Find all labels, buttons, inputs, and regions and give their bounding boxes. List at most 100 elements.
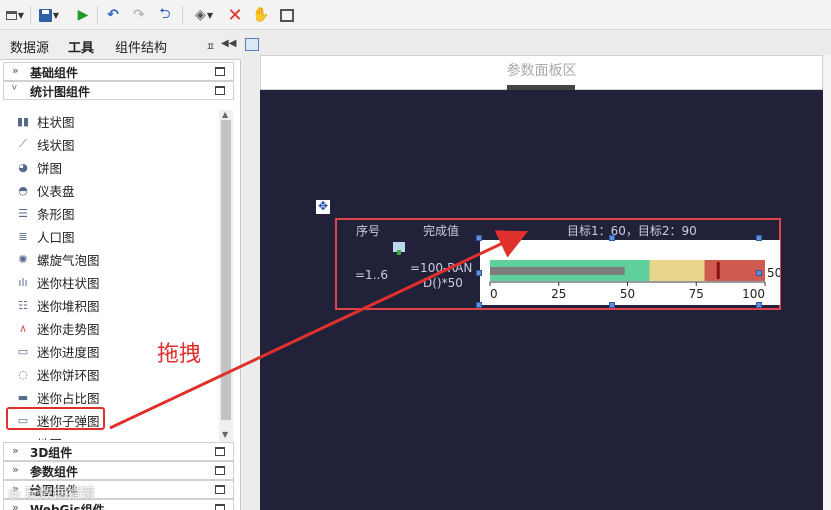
move-icon[interactable]: ✥ [316,200,330,214]
group-3d-components[interactable]: » 3D组件 [3,442,234,461]
resize-handle[interactable] [756,302,762,308]
pie-chart-icon: ◕ [18,160,28,174]
panel-tabs: 数据源 工具 组件结构 ㅍ ◀◀ [0,31,241,60]
group-statistic-charts[interactable]: ⱽ 统计图组件 [3,81,234,100]
column-header-value: 完成值 [423,224,460,238]
drag-annotation-label: 拖拽 [157,342,202,367]
list-item[interactable]: ◓ 仪表盘 [3,179,219,201]
minimize-icon[interactable] [215,67,225,76]
list-item-label: 迷你柱状图 [37,275,100,291]
paint-bucket-icon: ◈ [195,7,206,23]
group-basic-components[interactable]: » 基础组件 [3,62,234,81]
minimize-icon[interactable] [215,485,225,494]
group-label: 基础组件 [30,66,79,80]
bullet-band-1 [649,260,705,281]
report-canvas[interactable]: ✥ 序号 完成值 目标1：60，目标2：90 =1..6 =100-RAN D(… [260,90,823,510]
chevron-down-icon: ▼ [206,10,213,20]
list-item[interactable]: ılı 迷你柱状图 [3,271,219,293]
line-chart-icon: ⟋ [19,137,27,150]
column-header-seq: 序号 [356,224,381,238]
list-item[interactable]: ▬ 迷你占比图 [3,386,219,408]
group-parameter-components[interactable]: » 参数组件 [3,461,234,480]
bullet-tick-label: 0 [490,287,498,301]
resize-handle[interactable] [756,235,762,241]
save-icon [38,8,52,22]
mini-progress-icon: ▭ [17,344,29,358]
list-item[interactable]: ⟋ 线状图 [3,133,219,155]
run-button[interactable]: ▶ [74,5,92,25]
bullet-value-label: 50 [767,266,780,280]
bullet-chart-svg: 0 25 50 75 10050 [489,260,782,301]
redo-icon: ↷ [133,7,145,23]
chevron-right-icon: » [12,463,19,476]
horizontal-bar-icon: ☰ [18,206,28,220]
design-canvas: 参数面板区 ✥ 序号 完成值 目标1：60，目标2：90 =1..6 =100-… [242,31,831,510]
bullet-target-marker [716,262,720,279]
list-item-label: 人口图 [37,229,75,245]
scroll-up-icon[interactable]: ▲ [222,110,228,119]
delete-button[interactable]: ✕ [226,4,244,26]
list-item-label: 迷你走势图 [37,321,100,337]
save-button[interactable]: ▼ [36,5,62,25]
tab-datasource[interactable]: 数据源 [10,37,49,56]
grid-icon[interactable] [245,38,259,51]
watermark: ◎ 玩数据猎镜 [8,486,95,502]
refresh-button[interactable]: ⮌ [156,5,174,25]
play-icon: ▶ [77,7,89,23]
list-item-label: 迷你堆积图 [37,298,100,314]
refresh-icon: ⮌ [159,6,171,22]
cell-seq-formula[interactable]: =1..6 [355,268,388,282]
tab-component-structure[interactable]: 组件结构 [115,37,167,56]
scroll-down-icon[interactable]: ▼ [222,430,228,439]
report-table-selection[interactable]: 序号 完成值 目标1：60，目标2：90 =1..6 =100-RAN D()*… [335,218,782,310]
window-icon [5,10,17,20]
redo-button[interactable]: ↷ [130,5,148,25]
bullet-tick-label: 75 [689,287,704,301]
minimize-icon[interactable] [215,86,225,95]
resize-handle[interactable] [476,270,482,276]
list-item[interactable]: ☷ 迷你堆积图 [3,294,219,316]
parameter-panel-area[interactable]: 参数面板区 [260,55,823,91]
resize-handle[interactable] [476,302,482,308]
format-painter-button[interactable]: ◈ ▼ [188,5,220,25]
bullet-value-bar [490,267,625,275]
list-scrollbar[interactable]: ▲ ▼ [219,110,233,442]
pin-icon[interactable]: ㅍ [206,38,215,53]
minimize-icon[interactable] [215,447,225,456]
view-menu-button[interactable]: ▼ [4,5,26,25]
cell-value-formula-line1[interactable]: =100-RAN [410,261,472,275]
chevron-down-icon: ▼ [17,10,25,20]
resize-handle[interactable] [609,235,615,241]
undo-button[interactable]: ↶ [104,5,122,25]
scrollbar-thumb[interactable] [221,120,231,420]
list-item-label: 线状图 [37,137,75,153]
bullet-tick-label: 50 [620,287,635,301]
canvas-scrollbar[interactable] [823,55,831,510]
highlight-box [6,407,105,430]
list-item[interactable]: ✺ 螺旋气泡图 [3,248,219,270]
list-item[interactable]: ≣ 人口图 [3,225,219,247]
column-header-target: 目标1：60，目标2：90 [567,224,697,238]
minimize-icon[interactable] [215,466,225,475]
cell-value-formula-line2[interactable]: D()*50 [423,276,463,290]
pan-button[interactable]: ✋ [252,5,270,25]
close-icon: ✕ [227,4,243,26]
component-panel: 数据源 工具 组件结构 ㅍ ◀◀ » 基础组件 ⱽ 统计图组件 ▮▮ 柱状图 ⟋ 线… [0,31,241,510]
resize-handle[interactable] [609,302,615,308]
collapse-icon[interactable]: ◀◀ [221,38,236,49]
gauge-icon: ◓ [18,183,28,197]
list-item[interactable]: ▮▮ 柱状图 [3,110,219,132]
list-item[interactable]: ◕ 饼图 [3,156,219,178]
list-item-label: 条形图 [37,206,75,222]
tab-tools[interactable]: 工具 [68,37,94,56]
fullscreen-button[interactable] [278,5,296,25]
resize-handle[interactable] [756,270,762,276]
list-item[interactable]: ☰ 条形图 [3,202,219,224]
bullet-tick-label: 25 [551,287,566,301]
list-item[interactable]: ◒ 地图 [3,432,219,441]
minimize-icon[interactable] [215,504,225,510]
bullet-chart[interactable]: 0 25 50 75 100 50 [480,240,782,305]
group-label: 3D组件 [30,446,73,460]
list-item-label: 螺旋气泡图 [37,252,100,268]
resize-handle[interactable] [476,235,482,241]
